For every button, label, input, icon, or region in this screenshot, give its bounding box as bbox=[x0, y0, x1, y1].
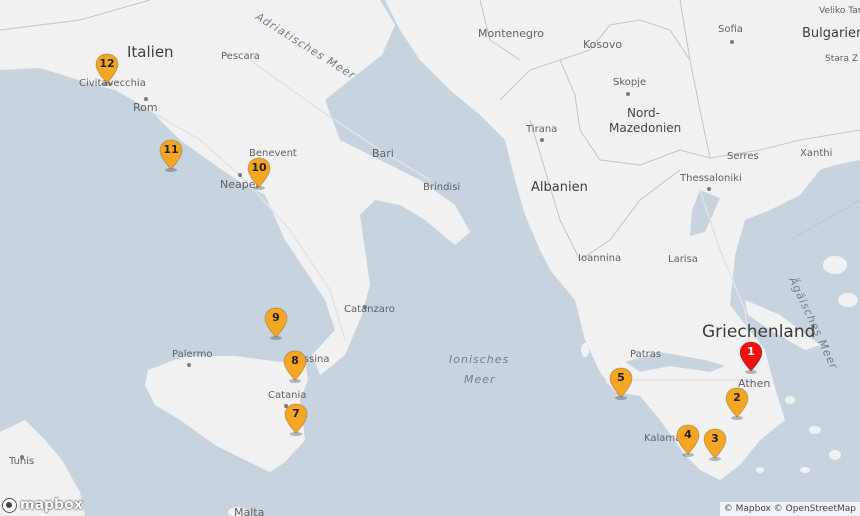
map-marker-label: 5 bbox=[617, 371, 625, 384]
map-marker-label: 7 bbox=[292, 407, 300, 420]
dot-palermo bbox=[187, 363, 191, 367]
dot-tirana bbox=[540, 138, 544, 142]
label-tunis: Tunis bbox=[9, 456, 35, 467]
map-marker-10[interactable]: 10 bbox=[247, 157, 271, 191]
map-marker-label: 12 bbox=[99, 57, 115, 70]
label-pescara: Pescara bbox=[221, 51, 260, 62]
map-marker-11[interactable]: 11 bbox=[159, 139, 183, 173]
map-marker-5[interactable]: 5 bbox=[609, 367, 633, 401]
map-attribution[interactable]: © Mapbox © OpenStreetMap bbox=[719, 502, 860, 516]
label-rom: Rom bbox=[133, 101, 158, 114]
label-montenegro: Montenegro bbox=[478, 27, 545, 40]
dot-thessaloniki bbox=[707, 187, 711, 191]
label-nord: Nord- bbox=[627, 106, 660, 120]
label-thessaloniki: Thessaloniki bbox=[680, 173, 742, 184]
dot-sofia bbox=[730, 40, 734, 44]
label-skopje: Skopje bbox=[613, 77, 647, 88]
label-catanzaro: Catanzaro bbox=[344, 304, 395, 315]
dot-skopje bbox=[626, 92, 630, 96]
map-marker-label: 2 bbox=[733, 391, 741, 404]
label-kosovo: Kosovo bbox=[583, 38, 623, 51]
map-marker-1[interactable]: 1 bbox=[739, 341, 763, 375]
map-canvas[interactable]: Italien Montenegro Kosovo Albanien Nord-… bbox=[0, 0, 860, 516]
map-marker-12[interactable]: 12 bbox=[95, 53, 119, 87]
label-albanien: Albanien bbox=[531, 180, 588, 195]
label-ioannina: Ioannina bbox=[578, 253, 622, 264]
label-brindisi: Brindisi bbox=[423, 182, 461, 193]
map-marker-label: 9 bbox=[272, 311, 280, 324]
map-marker-3[interactable]: 3 bbox=[703, 428, 727, 462]
label-stara: Stara Z bbox=[825, 54, 858, 64]
map-marker-label: 3 bbox=[711, 432, 719, 445]
mapbox-logo[interactable]: mapbox bbox=[2, 497, 83, 513]
map-marker-label: 10 bbox=[251, 161, 267, 174]
map-marker-label: 4 bbox=[684, 428, 692, 441]
label-mazedonien: Mazedonien bbox=[609, 121, 682, 135]
map-marker-label: 8 bbox=[291, 354, 299, 367]
map-marker-8[interactable]: 8 bbox=[283, 350, 307, 384]
label-ionisches-meer: Meer bbox=[464, 373, 496, 386]
map-marker-label: 11 bbox=[163, 143, 179, 156]
label-xanthi: Xanthi bbox=[800, 148, 833, 159]
label-veliko: Veliko Tar bbox=[819, 6, 860, 16]
label-tirana: Tirana bbox=[526, 124, 558, 135]
map-marker-2[interactable]: 2 bbox=[725, 387, 749, 421]
map-marker-9[interactable]: 9 bbox=[264, 307, 288, 341]
map-marker-label: 1 bbox=[747, 345, 755, 358]
label-larisa: Larisa bbox=[668, 254, 698, 265]
label-catania: Catania bbox=[268, 390, 307, 401]
label-ionisches: Ionisches bbox=[449, 353, 510, 366]
mapbox-logo-icon bbox=[2, 497, 17, 513]
map-marker-4[interactable]: 4 bbox=[676, 424, 700, 458]
label-griechenland: Griechenland bbox=[702, 322, 816, 342]
map-marker-7[interactable]: 7 bbox=[284, 403, 308, 437]
label-palermo: Palermo bbox=[172, 349, 213, 360]
label-italien: Italien bbox=[127, 43, 174, 61]
mapbox-logo-text: mapbox bbox=[20, 497, 83, 513]
label-bari: Bari bbox=[372, 147, 394, 160]
dot-neapel bbox=[238, 173, 242, 177]
label-malta: Malta bbox=[234, 506, 265, 516]
label-sofia: Sofia bbox=[718, 24, 743, 35]
label-serres: Serres bbox=[727, 151, 759, 162]
label-patras: Patras bbox=[630, 349, 662, 360]
label-bulgarien: Bulgarier bbox=[802, 26, 860, 41]
